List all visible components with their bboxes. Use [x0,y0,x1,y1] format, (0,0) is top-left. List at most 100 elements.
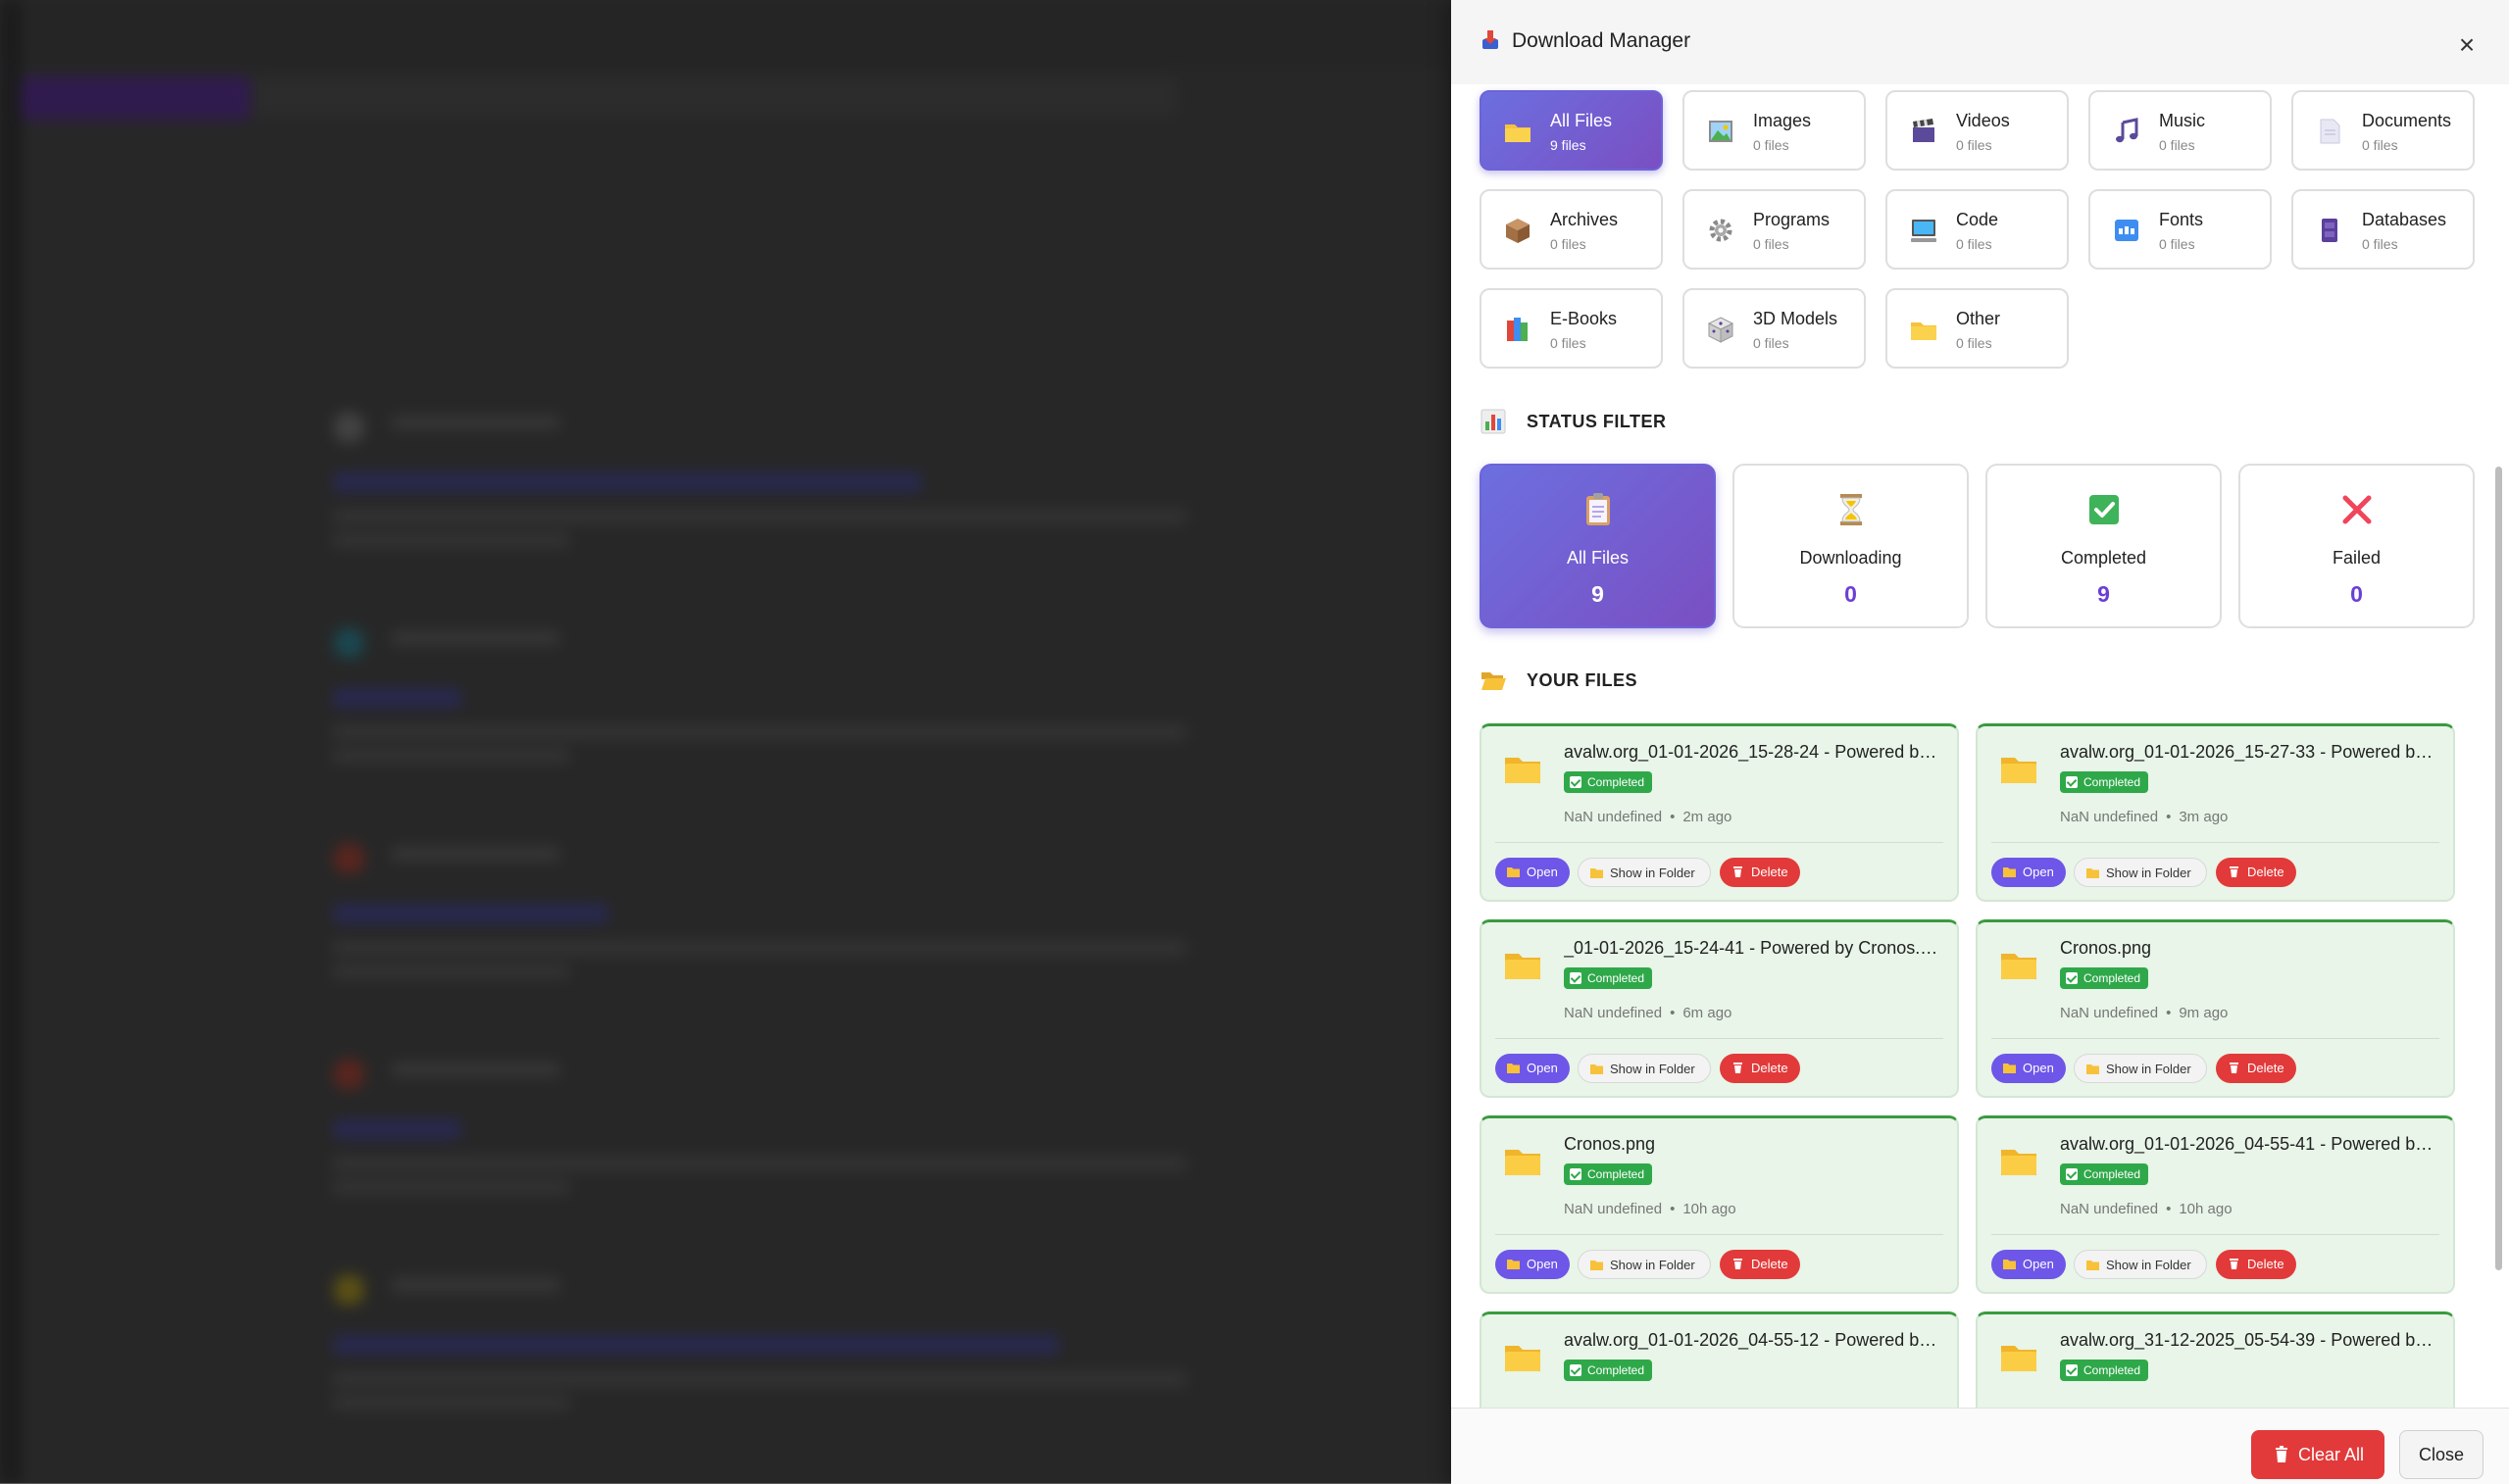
open-button[interactable]: Open [1495,858,1570,887]
open-button[interactable]: Open [1991,1250,2066,1279]
category-name: E-Books [1550,309,1618,328]
category-count: 0 files [1550,335,1586,351]
show-in-folder-label: Show in Folder [2106,1062,2191,1076]
card-divider [1991,1234,2439,1235]
category-3d-models[interactable]: 3D Models 0 files [1682,288,1866,369]
file-name: avalw.org_01-01-2026_15-27-33 - Powered … [2060,742,2437,762]
folder-icon [2003,1064,2016,1073]
category-name: All Files [1550,111,1613,130]
category-videos[interactable]: Videos 0 files [1885,90,2069,171]
category-name: Videos [1956,111,2010,130]
folder-icon [2001,758,2036,783]
status-filter-downloading[interactable]: Downloading 0 [1732,464,1969,628]
card-divider [1495,1234,1943,1235]
check-icon [1570,972,1581,984]
delete-button[interactable]: Delete [1720,1250,1800,1279]
check-icon [1570,1168,1581,1180]
category-count: 0 files [2159,236,2195,252]
category-programs[interactable]: Programs 0 files [1682,189,1866,270]
delete-button[interactable]: Delete [2216,858,2296,887]
category-other[interactable]: Other 0 files [1885,288,2069,369]
category-archives[interactable]: Archives 0 files [1480,189,1663,270]
open-button[interactable]: Open [1991,1054,2066,1083]
folder-icon [1590,1261,1603,1270]
panel-footer: Clear All Close [1451,1408,2509,1484]
file-card[interactable]: avalw.org_31-12-2025_05-54-39 - Powered … [1976,1311,2455,1408]
file-size: NaN undefined [1564,1201,1663,1217]
status-filter-completed[interactable]: Completed 9 [1985,464,2222,628]
cross-mark-icon [2342,495,2372,524]
trash-icon [1733,1259,1742,1269]
category-images[interactable]: Images 0 files [1682,90,1866,171]
file-card[interactable]: _01-01-2026_15-24-41 - Powered by Cronos… [1480,919,1959,1098]
open-button[interactable]: Open [1495,1054,1570,1083]
delete-button[interactable]: Delete [2216,1054,2296,1083]
folder-icon [1505,124,1530,142]
file-card[interactable]: avalw.org_01-01-2026_15-27-33 - Powered … [1976,723,2455,902]
status-filter-failed[interactable]: Failed 0 [2238,464,2475,628]
show-in-folder-button[interactable]: Show in Folder [1578,1054,1711,1083]
scrollbar-thumb[interactable] [2495,467,2502,1270]
category-name: Fonts [2159,210,2204,229]
file-card[interactable]: Cronos.png Completed NaN undefined • 9m ag… [1976,919,2455,1098]
category-fonts[interactable]: Fonts 0 files [2088,189,2272,270]
category-music[interactable]: Music 0 files [2088,90,2272,171]
close-icon[interactable]: × [2451,29,2483,61]
file-card[interactable]: avalw.org_01-01-2026_15-28-24 - Powered … [1480,723,1959,902]
delete-button[interactable]: Delete [1720,858,1800,887]
close-button[interactable]: Close [2399,1430,2484,1479]
category-documents[interactable]: Documents 0 files [2291,90,2475,171]
file-card[interactable]: avalw.org_01-01-2026_04-55-41 - Powered … [1976,1115,2455,1294]
background-overlay[interactable] [0,0,1451,1483]
card-divider [1495,842,1943,843]
show-in-folder-button[interactable]: Show in Folder [2074,1250,2207,1279]
clear-all-label: Clear All [2298,1445,2365,1464]
check-icon [2066,972,2078,984]
open-button[interactable]: Open [1495,1250,1570,1279]
folder-icon [1507,1064,1520,1073]
category-databases[interactable]: Databases 0 files [2291,189,2475,270]
category-name: 3D Models [1753,309,1838,328]
folder-icon [1505,758,1540,783]
meta-separator: • [1670,809,1676,825]
show-in-folder-button[interactable]: Show in Folder [2074,1054,2207,1083]
show-in-folder-button[interactable]: Show in Folder [1578,1250,1711,1279]
download-manager-panel: Download Manager × All Files 9 files Ima… [1451,0,2509,1484]
file-card[interactable]: Cronos.png Completed NaN undefined • 10h a… [1480,1115,1959,1294]
file-meta: NaN undefined • 6m ago [1564,1005,1731,1021]
folder-icon [1590,1064,1603,1074]
file-card[interactable]: avalw.org_01-01-2026_04-55-12 - Powered … [1480,1311,1959,1408]
status-count: 9 [1591,581,1604,607]
delete-button[interactable]: Delete [1720,1054,1800,1083]
delete-button-label: Delete [2247,865,2284,879]
open-button[interactable]: Open [1991,858,2066,887]
open-button-label: Open [2023,865,2054,879]
status-label: Downloading [1799,548,1902,568]
card-divider [1991,1038,2439,1039]
status-filter-all-files[interactable]: All Files 9 [1480,464,1716,628]
delete-button[interactable]: Delete [2216,1250,2296,1279]
file-meta: NaN undefined • 10h ago [1564,1201,1736,1217]
category-all-files[interactable]: All Files 9 files [1480,90,1663,171]
category-e-books[interactable]: E-Books 0 files [1480,288,1663,369]
folder-icon [2003,1260,2016,1269]
check-icon [2066,1168,2078,1180]
category-count: 0 files [1753,335,1789,351]
trash-icon [2230,866,2238,877]
folder-icon [2003,867,2016,877]
abc-icon [2115,220,2138,241]
file-size: NaN undefined [1564,809,1663,825]
card-divider [1495,1038,1943,1039]
show-in-folder-button[interactable]: Show in Folder [2074,858,2207,887]
file-time: 10h ago [1682,1201,1736,1217]
file-meta: NaN undefined • 9m ago [2060,1005,2228,1021]
books-icon [1507,318,1528,341]
your-files-title: YOUR FILES [1527,670,1638,690]
scrollbar[interactable] [2493,378,2505,1270]
show-in-folder-button[interactable]: Show in Folder [1578,858,1711,887]
panel-content[interactable]: All Files 9 files Images 0 files Videos [1451,84,2509,1408]
category-code[interactable]: Code 0 files [1885,189,2069,270]
clear-all-button[interactable]: Clear All [2251,1430,2384,1479]
status-badge-label: Completed [1587,971,1645,985]
file-name: _01-01-2026_15-24-41 - Powered by Cronos… [1564,938,1941,958]
